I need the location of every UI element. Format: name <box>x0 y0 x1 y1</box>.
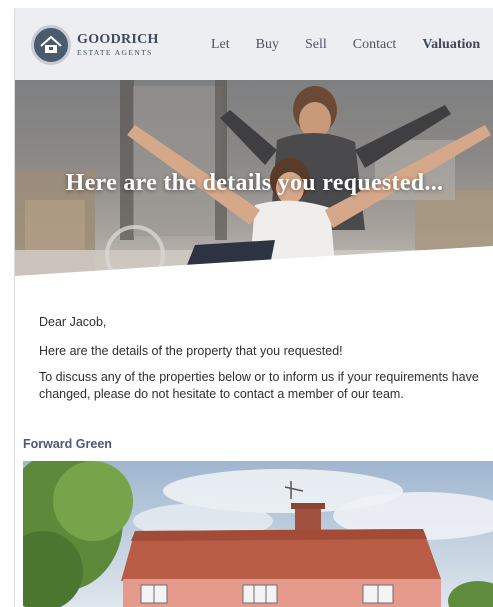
nav-link-buy[interactable]: Buy <box>256 37 279 53</box>
hero-title: Here are the details you requested... <box>65 170 444 196</box>
nav-link-let[interactable]: Let <box>211 37 230 53</box>
property-title-link[interactable]: Forward Green <box>23 437 112 451</box>
greeting-text: Dear Jacob, <box>39 315 107 329</box>
brand-tagline: ESTATE AGENTS <box>77 48 153 58</box>
nav-link-contact[interactable]: Contact <box>353 37 397 53</box>
hero-divider-wave <box>15 246 493 280</box>
email-body: Dear Jacob, Here are the details of the … <box>39 314 479 412</box>
hero-banner: Here are the details you requested... <box>15 80 493 280</box>
brand-logo[interactable]: GOODRICH ESTATE AGENTS <box>31 25 159 65</box>
contact-text: To discuss any of the properties below o… <box>39 370 479 401</box>
nav-link-valuation[interactable]: Valuation <box>422 37 480 53</box>
property-photo[interactable] <box>23 461 493 607</box>
brand-name: GOODRICH <box>77 32 159 48</box>
nav-link-sell[interactable]: Sell <box>305 37 327 53</box>
main-nav: Let Buy Sell Contact Valuation <box>211 37 480 53</box>
email-header: GOODRICH ESTATE AGENTS Let Buy Sell Cont… <box>15 8 493 80</box>
brand-wordmark: GOODRICH ESTATE AGENTS <box>77 33 159 57</box>
intro-text: Here are the details of the property tha… <box>39 344 343 358</box>
email-page: GOODRICH ESTATE AGENTS Let Buy Sell Cont… <box>14 8 493 607</box>
house-logo-icon <box>31 25 71 65</box>
